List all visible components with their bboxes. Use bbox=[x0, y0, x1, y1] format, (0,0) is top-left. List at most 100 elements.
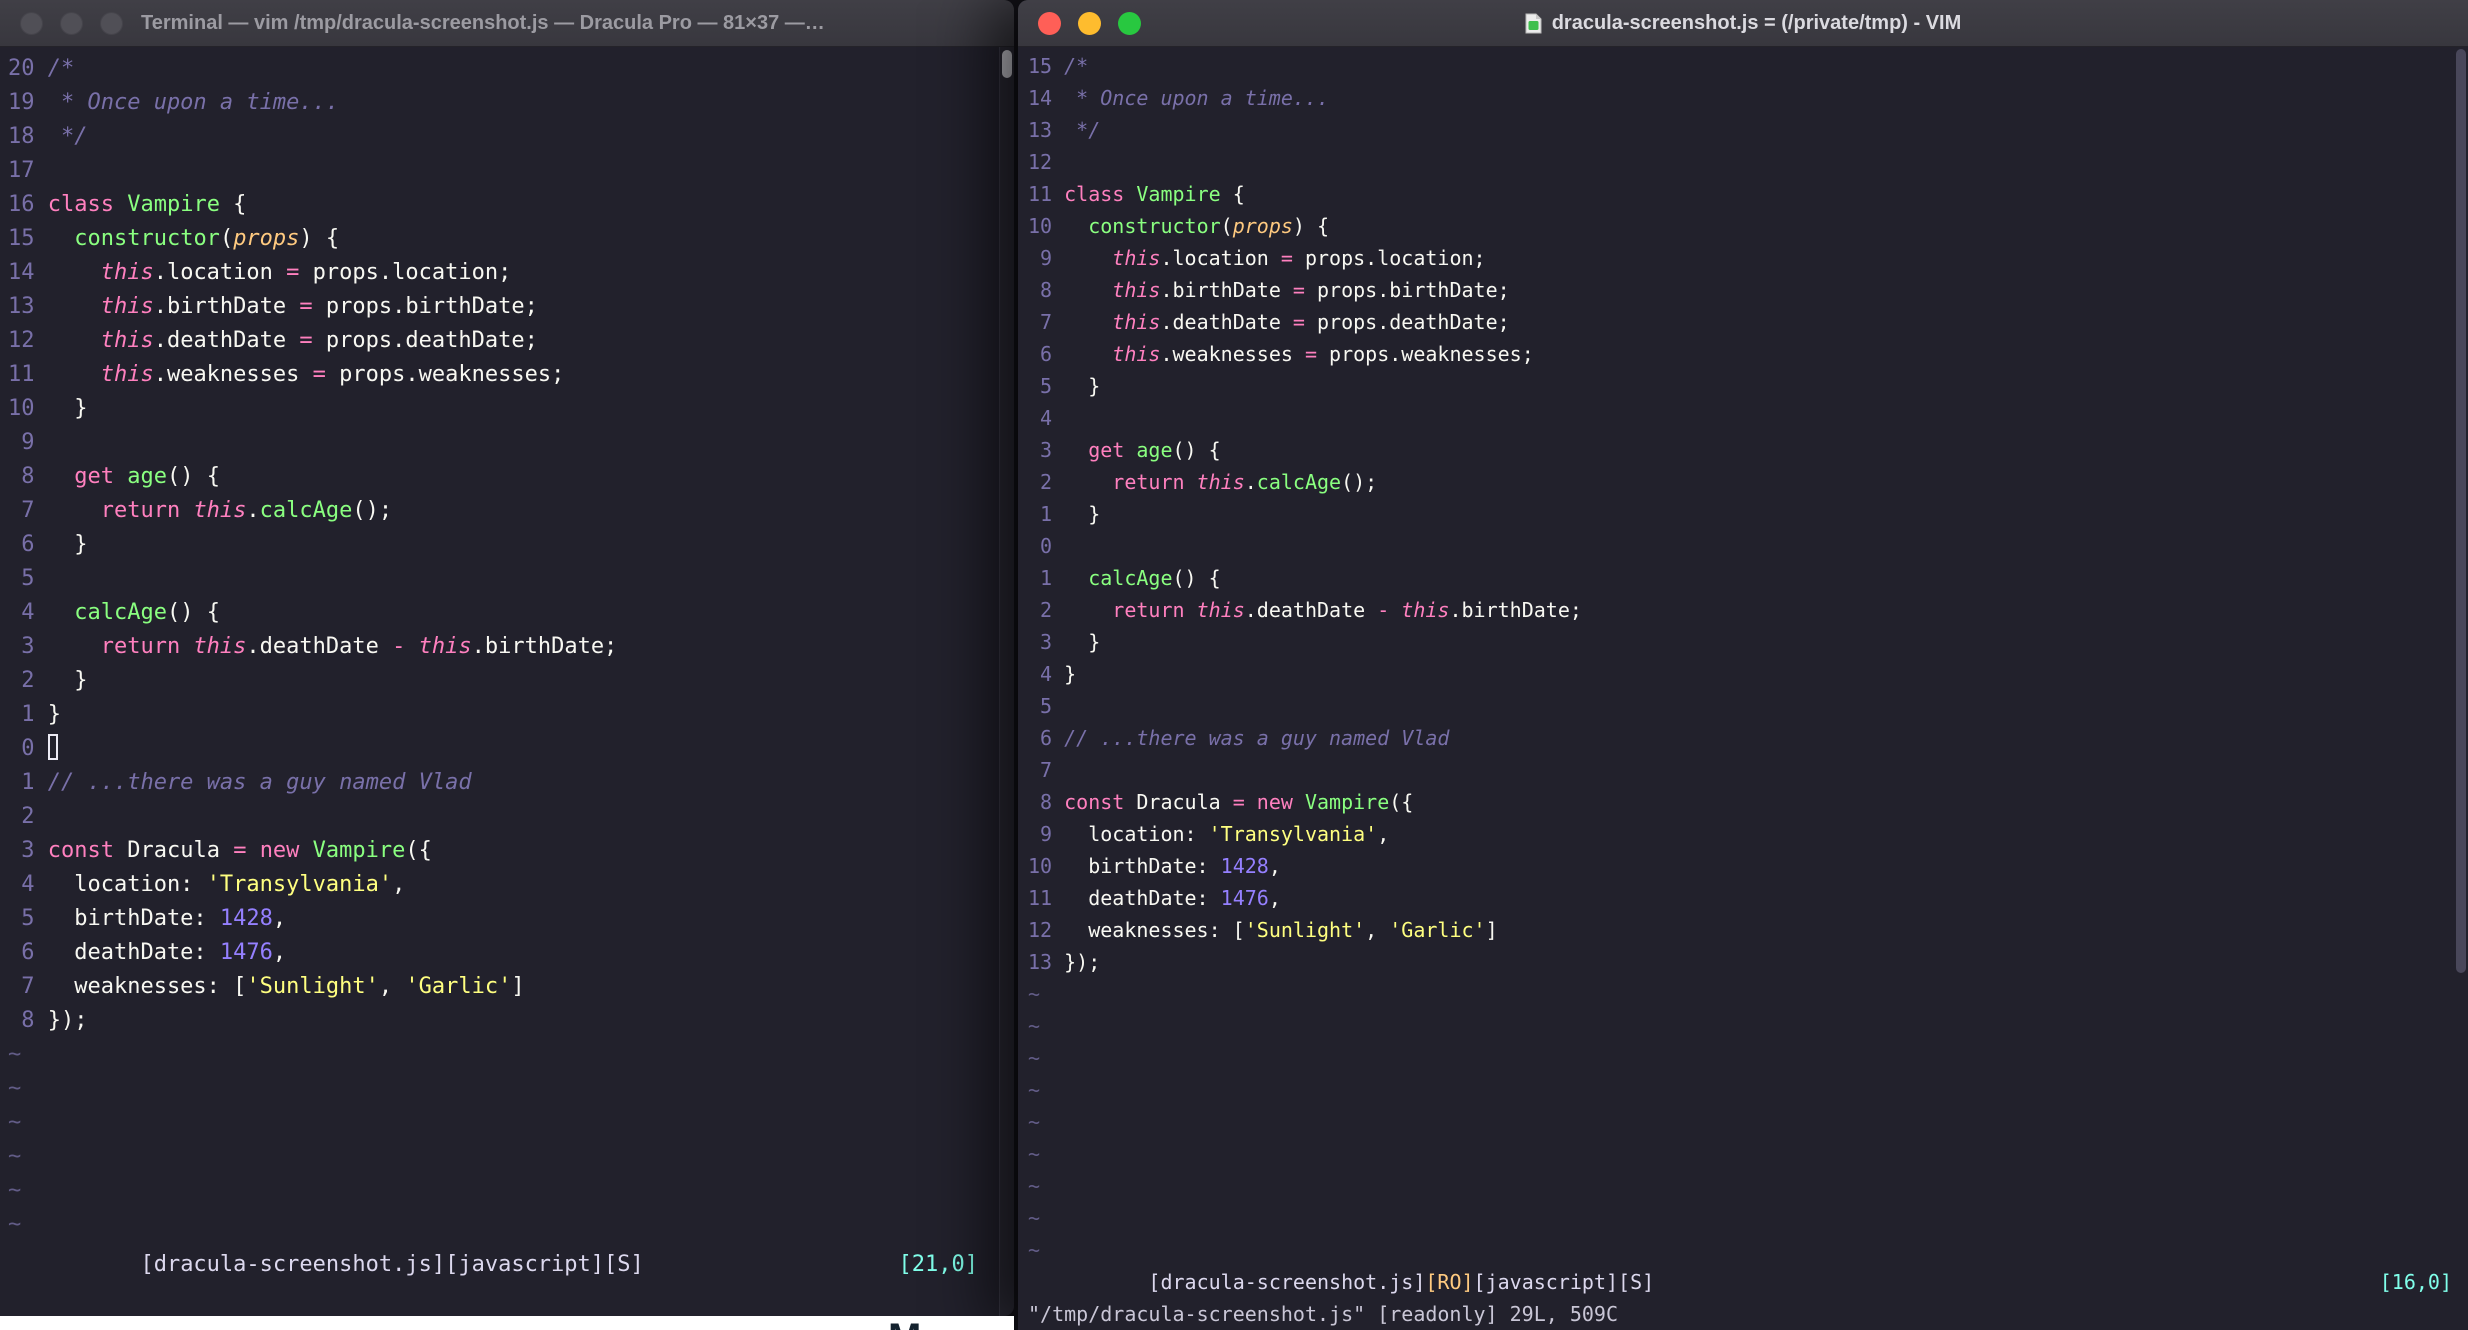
code-token: () { bbox=[166, 464, 220, 489]
line-number: 4 bbox=[21, 600, 35, 625]
buffer-line[interactable]: 2 return this.deathDate - this.birthDate… bbox=[1018, 594, 2468, 626]
vim-buffer[interactable]: 20/* 19 * Once upon a time... 18 */17 16 cla… bbox=[0, 52, 1014, 1248]
code-token: this bbox=[193, 498, 247, 523]
buffer-line[interactable]: 12 weaknesses: ['Sunlight', 'Garlic'] bbox=[1018, 914, 2468, 946]
minimize-button[interactable] bbox=[1078, 11, 1101, 35]
tilde-marker: ~ bbox=[8, 1042, 22, 1067]
buffer-line[interactable]: 10 birthDate: 1428, bbox=[1018, 850, 2468, 882]
buffer-line[interactable]: 3 } bbox=[1018, 626, 2468, 658]
buffer-line[interactable]: 12 this.deathDate = props.deathDate; bbox=[0, 324, 1014, 358]
buffer-line[interactable]: 4 bbox=[1018, 402, 2468, 434]
buffer-line[interactable]: 16 class Vampire { bbox=[0, 188, 1014, 222]
buffer-line[interactable]: 15 /* bbox=[1018, 50, 2468, 82]
buffer-line[interactable]: 5 } bbox=[1018, 370, 2468, 402]
buffer-line[interactable]: 9 location: 'Transylvania', bbox=[1018, 818, 2468, 850]
buffer-line[interactable]: 6 // ...there was a guy named Vlad bbox=[1018, 722, 2468, 754]
vim-buffer[interactable]: 15/* 14 * Once upon a time... 13 */12 11 cla… bbox=[1018, 50, 2468, 1266]
buffer-line[interactable]: 5 birthDate: 1428, bbox=[0, 902, 1014, 936]
buffer-line[interactable]: 19 * Once upon a time... bbox=[0, 86, 1014, 120]
line-number: 8 bbox=[1040, 278, 1053, 302]
buffer-line[interactable]: 1 calcAge() { bbox=[1018, 562, 2468, 594]
buffer-line[interactable]: 7 return this.calcAge(); bbox=[0, 494, 1014, 528]
buffer-line[interactable]: 6 deathDate: 1476, bbox=[0, 936, 1014, 970]
scrollbar-thumb[interactable] bbox=[1002, 50, 1012, 78]
buffer-line[interactable]: 18 */ bbox=[0, 120, 1014, 154]
buffer-line[interactable]: 11 class Vampire { bbox=[1018, 178, 2468, 210]
terminal-titlebar[interactable]: Terminal — vim /tmp/dracula-screenshot.j… bbox=[0, 0, 1014, 47]
code-token: constructor bbox=[1088, 214, 1221, 238]
buffer-line[interactable]: 2 return this.calcAge(); bbox=[1018, 466, 2468, 498]
window-title: Terminal — vim /tmp/dracula-screenshot.j… bbox=[141, 11, 825, 34]
buffer-line[interactable]: 0 bbox=[1018, 530, 2468, 562]
buffer-line[interactable]: 13}); bbox=[1018, 946, 2468, 978]
buffer-line[interactable]: 13 */ bbox=[1018, 114, 2468, 146]
macvim-titlebar[interactable]: dracula-screenshot.js = (/private/tmp) -… bbox=[1018, 0, 2468, 47]
code-token: birthDate: bbox=[1064, 854, 1221, 878]
buffer-line[interactable]: 11 this.weaknesses = props.weaknesses; bbox=[0, 358, 1014, 392]
buffer-line[interactable]: 3 get age() { bbox=[1018, 434, 2468, 466]
code-token: this bbox=[100, 328, 154, 353]
buffer-line[interactable]: 14 this.location = props.location; bbox=[0, 256, 1014, 290]
buffer-line[interactable]: 1 } bbox=[1018, 498, 2468, 530]
buffer-line[interactable]: 9 this.location = props.location; bbox=[1018, 242, 2468, 274]
code-token: this bbox=[1112, 246, 1161, 270]
buffer-line[interactable]: 20 /* bbox=[0, 52, 1014, 86]
buffer-line[interactable]: 10 } bbox=[0, 392, 1014, 426]
empty-buffer-line: ~ bbox=[1018, 1202, 2468, 1234]
buffer-line[interactable]: 7 this.deathDate = props.deathDate; bbox=[1018, 306, 2468, 338]
buffer-line[interactable]: 3 return this.deathDate - this.birthDate… bbox=[0, 630, 1014, 664]
buffer-line[interactable]: 4} bbox=[1018, 658, 2468, 690]
line-number: 2 bbox=[1040, 470, 1053, 494]
buffer-line[interactable]: 8 get age() { bbox=[0, 460, 1014, 494]
zoom-button[interactable] bbox=[100, 11, 123, 35]
macvim-scrollbar[interactable] bbox=[2455, 47, 2468, 1330]
terminal-scrollbar[interactable] bbox=[999, 47, 1014, 1316]
buffer-line[interactable]: 9 bbox=[0, 426, 1014, 460]
buffer-line[interactable]: 2 } bbox=[0, 664, 1014, 698]
buffer-line[interactable]: 4 calcAge() { bbox=[0, 596, 1014, 630]
buffer-line[interactable]: 17 bbox=[0, 154, 1014, 188]
tilde-marker: ~ bbox=[1028, 1110, 1041, 1134]
buffer-line[interactable]: 0 bbox=[0, 732, 1014, 766]
buffer-line[interactable]: 5 bbox=[1018, 690, 2468, 722]
buffer-line[interactable]: 2 bbox=[0, 800, 1014, 834]
statusline-flag: [S] bbox=[1618, 1270, 1655, 1294]
code-token: return bbox=[100, 498, 194, 523]
buffer-line[interactable]: 4 location: 'Transylvania', bbox=[0, 868, 1014, 902]
tilde-marker: ~ bbox=[1028, 982, 1041, 1006]
buffer-line[interactable]: 7 weaknesses: ['Sunlight', 'Garlic'] bbox=[0, 970, 1014, 1004]
line-number: 10 bbox=[1028, 214, 1053, 238]
code-token: .birthDate bbox=[1160, 278, 1293, 302]
line-number: 3 bbox=[21, 634, 35, 659]
zoom-button[interactable] bbox=[1118, 11, 1141, 35]
buffer-line[interactable]: 3 const Dracula = new Vampire({ bbox=[0, 834, 1014, 868]
statusline-filetype: [javascript] bbox=[445, 1252, 605, 1277]
buffer-line[interactable]: 1 // ...there was a guy named Vlad bbox=[0, 766, 1014, 800]
buffer-line[interactable]: 15 constructor(props) { bbox=[0, 222, 1014, 256]
buffer-line[interactable]: 7 bbox=[1018, 754, 2468, 786]
buffer-line[interactable]: 6 this.weaknesses = props.weaknesses; bbox=[1018, 338, 2468, 370]
close-button[interactable] bbox=[1038, 11, 1061, 35]
code-token: this bbox=[100, 362, 154, 387]
terminal-window: Terminal — vim /tmp/dracula-screenshot.j… bbox=[0, 0, 1014, 1316]
buffer-line[interactable]: 11 deathDate: 1476, bbox=[1018, 882, 2468, 914]
buffer-line[interactable]: 6 } bbox=[0, 528, 1014, 562]
code-token: get bbox=[1088, 438, 1137, 462]
buffer-line[interactable]: 1} bbox=[0, 698, 1014, 732]
buffer-line[interactable]: 10 constructor(props) { bbox=[1018, 210, 2468, 242]
minimize-button[interactable] bbox=[60, 11, 83, 35]
code-token: } bbox=[1064, 630, 1101, 654]
line-number: 6 bbox=[1040, 726, 1053, 750]
code-token: const bbox=[1064, 790, 1137, 814]
buffer-line[interactable]: 8 this.birthDate = props.birthDate; bbox=[1018, 274, 2468, 306]
buffer-line[interactable]: 8 const Dracula = new Vampire({ bbox=[1018, 786, 2468, 818]
buffer-line[interactable]: 13 this.birthDate = props.birthDate; bbox=[0, 290, 1014, 324]
buffer-line[interactable]: 5 bbox=[0, 562, 1014, 596]
buffer-line[interactable]: 12 bbox=[1018, 146, 2468, 178]
scrollbar-thumb[interactable] bbox=[2456, 49, 2466, 973]
line-number: 1 bbox=[1040, 502, 1053, 526]
close-button[interactable] bbox=[20, 11, 43, 35]
buffer-line[interactable]: 14 * Once upon a time... bbox=[1018, 82, 2468, 114]
buffer-line[interactable]: 8}); bbox=[0, 1004, 1014, 1038]
line-number: 6 bbox=[21, 532, 35, 557]
